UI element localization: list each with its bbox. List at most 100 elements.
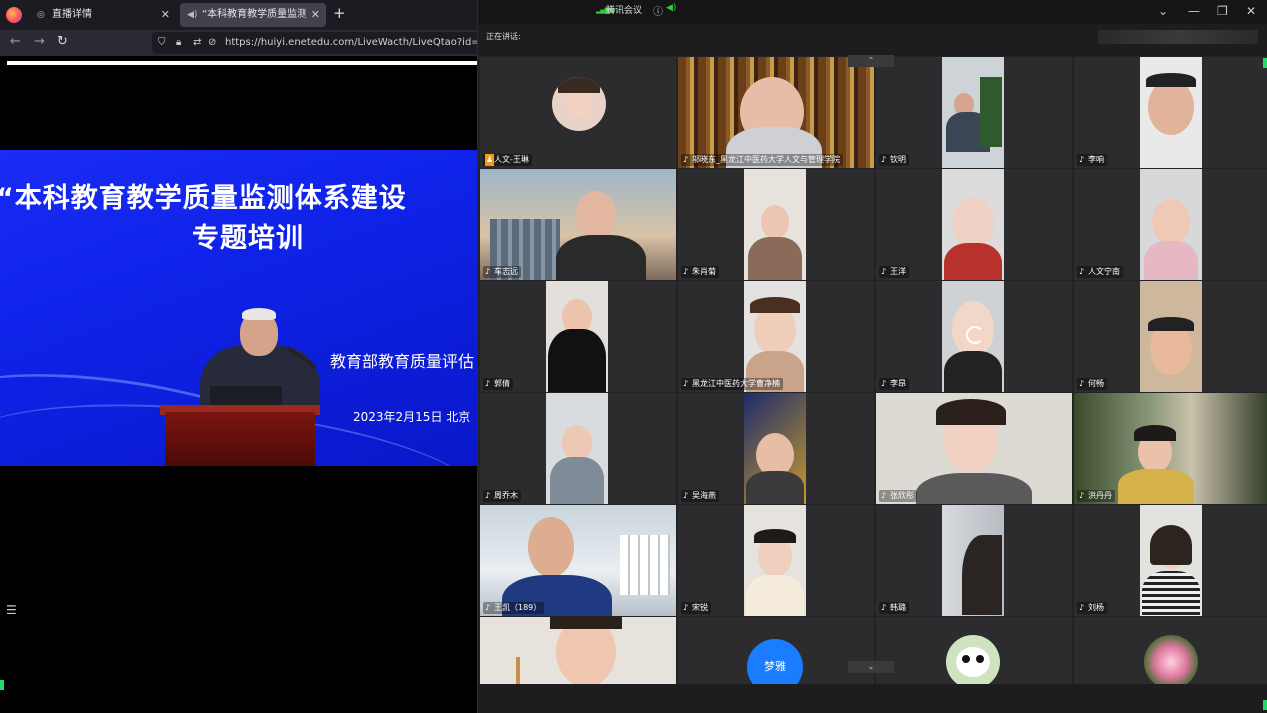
video-feed xyxy=(546,281,608,392)
volume-icon[interactable]: ◀) xyxy=(666,3,676,13)
shoulders xyxy=(748,237,802,280)
tab-live-details[interactable]: ◎ 直播详情 ✕ xyxy=(30,3,176,27)
info-icon[interactable]: ⓘ xyxy=(653,3,663,18)
plant xyxy=(980,77,1002,147)
participant-tile[interactable]: ♪ 车志远 xyxy=(480,169,676,280)
shoulders xyxy=(746,471,804,504)
participant-name: ♪ 邬晓东_黑龙江中医药大学人文与管理学院 xyxy=(681,154,843,166)
reload-icon[interactable]: ↻ xyxy=(57,34,68,49)
video-feed xyxy=(480,505,676,616)
list-icon[interactable]: ☰ xyxy=(6,603,17,617)
panda-eye xyxy=(962,655,970,663)
participant-tile[interactable]: ♪ 洪丹丹 xyxy=(1074,393,1267,504)
shoulders xyxy=(1118,469,1194,504)
participant-tile[interactable]: ♪ 郭倩 xyxy=(480,281,676,392)
mic-icon: ♪ xyxy=(485,491,491,500)
participant-tile[interactable]: ♪ 李昂 xyxy=(876,281,1072,392)
hair xyxy=(750,297,800,313)
participant-tile[interactable]: ♪ 朱肖菊 xyxy=(678,169,874,280)
participant-name: ♪ 刘杨 xyxy=(1077,602,1107,614)
restore-icon[interactable]: ❐ xyxy=(1217,4,1228,18)
participant-tile[interactable]: ♟ 人文-王琳 xyxy=(480,57,676,168)
face xyxy=(1152,199,1190,245)
blurred-hair xyxy=(962,535,1002,615)
page-content: “本科教育教学质量监测体系建设 专题培训 教育部教育质量评估 2023年2月15… xyxy=(0,56,478,713)
participant-tile[interactable]: ♪ 吴海燕 xyxy=(678,393,874,504)
participant-name: ♪ 李昂 xyxy=(879,378,909,390)
participant-tile[interactable]: ♪ 何畅 xyxy=(1074,281,1267,392)
new-tab-button[interactable]: + xyxy=(333,4,346,22)
video-feed xyxy=(1140,169,1202,280)
participant-tile[interactable] xyxy=(1074,617,1267,684)
video-feed xyxy=(480,617,676,684)
forward-arrow-icon[interactable]: → xyxy=(34,34,45,49)
speaker-icon: ◀) xyxy=(187,10,198,20)
participant-tile[interactable]: ♪ 人文宁南 xyxy=(1074,169,1267,280)
participant-name: ♪ 王洋 xyxy=(879,266,909,278)
slide-organizer: 教育部教育质量评估 xyxy=(330,352,475,371)
participant-tile[interactable]: ♪ 李响 xyxy=(1074,57,1267,168)
mic-icon: ♪ xyxy=(683,491,689,500)
participant-tile[interactable]: ♪ 王洋 xyxy=(876,169,1072,280)
play-icon: ◎ xyxy=(37,10,45,20)
mic-icon: ♪ xyxy=(1079,603,1085,612)
participant-tile[interactable] xyxy=(876,617,1072,684)
tab-close-icon[interactable]: ✕ xyxy=(161,3,170,27)
mic-icon: ♪ xyxy=(485,379,491,388)
view-toggle[interactable] xyxy=(1098,30,1258,44)
mic-icon: ♪ xyxy=(881,267,887,276)
lock-icon[interactable]: 🔒︎ xyxy=(176,32,181,54)
participant-tile[interactable] xyxy=(480,617,676,684)
hair xyxy=(1134,425,1176,441)
loading-spinner-icon xyxy=(966,326,984,344)
navigation-bar: ← → ↻ ⛉ 🔒︎ ⇄ ⊘ https://huiyi.enetedu.com… xyxy=(0,30,482,56)
face xyxy=(761,205,789,239)
mic-icon: ♪ xyxy=(683,379,689,388)
video-feed xyxy=(744,281,806,392)
shoulders xyxy=(746,575,804,616)
avatar xyxy=(552,77,606,131)
face xyxy=(528,517,574,577)
participant-tile[interactable]: 梦雅 xyxy=(678,617,874,684)
participant-name: ♪ 郭倩 xyxy=(483,378,513,390)
participant-tile[interactable]: ♪ 宋锐 xyxy=(678,505,874,616)
participant-tile[interactable]: ♪ 黑龙江中医药大学曹净楠 xyxy=(678,281,874,392)
shield-icon[interactable]: ⛉ xyxy=(158,32,166,54)
live-video-player[interactable]: “本科教育教学质量监测体系建设 专题培训 教育部教育质量评估 2023年2月15… xyxy=(0,150,478,466)
participant-tile[interactable]: ♪ 邬晓东_黑龙江中医药大学人文与管理学院 xyxy=(678,57,874,168)
participant-name: ♪ 何畅 xyxy=(1077,378,1107,390)
permissions-icon[interactable]: ⇄ xyxy=(193,32,201,54)
close-icon[interactable]: ✕ xyxy=(1246,4,1256,18)
minimize-icon[interactable]: — xyxy=(1188,4,1200,18)
hair xyxy=(1146,73,1196,87)
chevron-down-icon[interactable]: ⌄ xyxy=(1158,4,1168,18)
video-feed xyxy=(1140,281,1202,392)
video-feed xyxy=(744,505,806,616)
speaking-label: 正在讲话: xyxy=(486,32,521,41)
video-feed xyxy=(1074,393,1267,504)
url-bar[interactable]: ⛉ 🔒︎ ⇄ ⊘ https://huiyi.enetedu.com/LiveW… xyxy=(152,32,482,54)
participant-tile[interactable]: ♪ 钦明 xyxy=(876,57,1072,168)
meeting-title-bar: ▂▄▆● 腾讯会议 ⓘ ◀) ⌄ — ❐ ✕ xyxy=(478,0,1267,24)
mic-icon: ♪ xyxy=(485,603,491,612)
lamp xyxy=(516,657,520,684)
autoplay-blocked-icon[interactable]: ⊘ xyxy=(208,32,216,54)
hair xyxy=(1150,525,1192,565)
tab-training-live[interactable]: ◀) “本科教育教学质量监测体系建设” ✕ xyxy=(180,3,326,27)
participant-tile[interactable]: ♪ 王凯（189） xyxy=(480,505,676,616)
shoulders xyxy=(550,457,604,504)
video-feed xyxy=(546,393,608,504)
back-arrow-icon[interactable]: ← xyxy=(10,34,21,49)
video-feed xyxy=(876,393,1072,504)
hair xyxy=(558,77,600,93)
chevron-up-icon[interactable]: ⌃ xyxy=(848,55,894,67)
podium xyxy=(165,412,315,466)
flower-avatar xyxy=(1144,635,1198,684)
participant-tile[interactable]: ♪ 周乔木 xyxy=(480,393,676,504)
participant-tile[interactable]: ♪ 刘杨 xyxy=(1074,505,1267,616)
participant-tile[interactable]: ♪ 张欣彤 xyxy=(876,393,1072,504)
participant-tile[interactable]: ♪ 韩璐 xyxy=(876,505,1072,616)
mic-icon: ♪ xyxy=(683,603,689,612)
tab-close-icon[interactable]: ✕ xyxy=(311,3,320,27)
chevron-down-icon[interactable]: ⌄ xyxy=(848,661,894,673)
